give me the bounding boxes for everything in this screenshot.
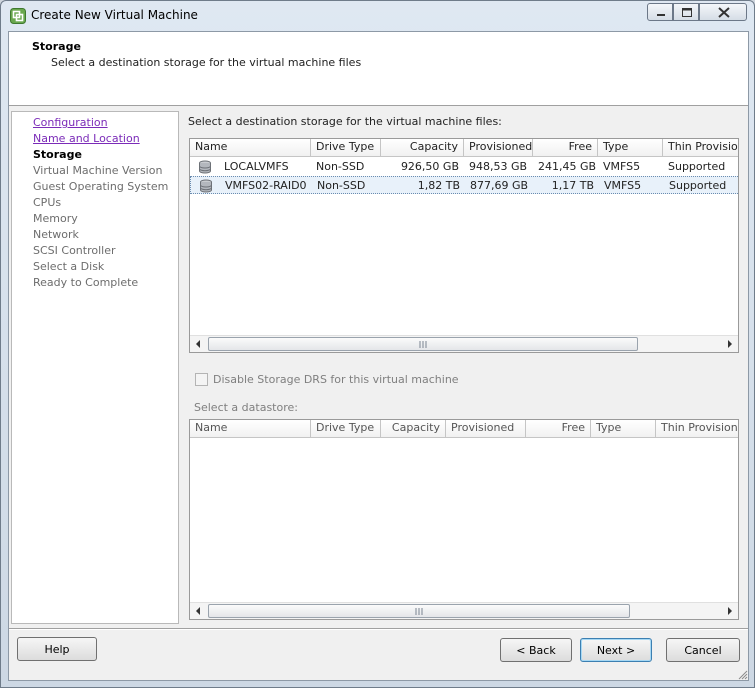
window-title: Create New Virtual Machine bbox=[31, 8, 198, 22]
step-ready-to-complete: Ready to Complete bbox=[33, 276, 139, 289]
grip-icon bbox=[419, 341, 427, 348]
cell-thin-provisioning: Supported bbox=[668, 160, 726, 173]
wizard-header: Storage Select a destination storage for… bbox=[9, 32, 748, 106]
step-configuration[interactable]: Configuration bbox=[33, 116, 108, 129]
col-header-name[interactable]: Name bbox=[190, 139, 311, 157]
footer-divider bbox=[9, 628, 748, 630]
next-button[interactable]: Next > bbox=[580, 638, 652, 662]
resize-grip-icon[interactable] bbox=[736, 668, 748, 680]
col-header-type[interactable]: Type bbox=[591, 420, 656, 438]
col-header-provisioned[interactable]: Provisioned bbox=[446, 420, 526, 438]
wizard-client-area: Storage Select a destination storage for… bbox=[8, 31, 749, 681]
minimize-button[interactable] bbox=[647, 3, 673, 21]
step-guest-os: Guest Operating System bbox=[33, 180, 169, 193]
cell-free: 1,17 TB bbox=[551, 179, 594, 192]
maximize-icon bbox=[682, 8, 692, 17]
step-storage: Storage bbox=[33, 148, 82, 161]
col-header-free[interactable]: Free bbox=[526, 420, 591, 438]
storage-table-scrollbar[interactable] bbox=[190, 335, 738, 352]
help-button[interactable]: Help bbox=[17, 637, 97, 661]
cell-type: VMFS5 bbox=[603, 160, 641, 173]
step-scsi-controller: SCSI Controller bbox=[33, 244, 116, 257]
step-cpus: CPUs bbox=[33, 196, 62, 209]
scroll-right-icon[interactable] bbox=[721, 603, 738, 619]
step-network: Network bbox=[33, 228, 79, 241]
step-vm-version: Virtual Machine Version bbox=[33, 164, 163, 177]
datastore-table-scrollbar[interactable] bbox=[190, 602, 738, 619]
cell-type: VMFS5 bbox=[604, 179, 642, 192]
cell-drive-type: Non-SSD bbox=[316, 160, 365, 173]
storage-table[interactable]: Name Drive Type Capacity Provisioned Fre… bbox=[189, 138, 739, 353]
col-header-capacity[interactable]: Capacity bbox=[381, 139, 464, 157]
scroll-left-icon[interactable] bbox=[190, 603, 207, 619]
maximize-button[interactable] bbox=[673, 3, 699, 21]
table-row-selected[interactable]: VMFS02-RAID0 Non-SSD 1,82 TB 877,69 GB 1… bbox=[190, 176, 738, 194]
scroll-right-icon[interactable] bbox=[721, 336, 738, 352]
page-title: Storage bbox=[32, 40, 81, 53]
cancel-button[interactable]: Cancel bbox=[666, 638, 740, 662]
col-header-thin-provisioning[interactable]: Thin Provisio bbox=[663, 139, 738, 157]
col-header-provisioned[interactable]: Provisioned bbox=[464, 139, 533, 157]
col-header-capacity[interactable]: Capacity bbox=[381, 420, 446, 438]
col-header-thin-provisioning[interactable]: Thin Provisionin bbox=[656, 420, 738, 438]
scroll-left-icon[interactable] bbox=[190, 336, 207, 352]
cell-free: 241,45 GB bbox=[538, 160, 597, 173]
vmware-logo-icon bbox=[10, 8, 26, 24]
back-button[interactable]: < Back bbox=[500, 638, 572, 662]
cell-capacity: 1,82 TB bbox=[417, 179, 460, 192]
disable-storage-drs-checkbox[interactable] bbox=[195, 373, 208, 386]
storage-table-caption: Select a destination storage for the vir… bbox=[188, 115, 502, 128]
cell-capacity: 926,50 GB bbox=[400, 160, 459, 173]
page-subtitle: Select a destination storage for the vir… bbox=[51, 56, 362, 69]
step-name-and-location[interactable]: Name and Location bbox=[33, 132, 140, 145]
cell-thin-provisioning: Supported bbox=[669, 179, 727, 192]
scroll-thumb[interactable] bbox=[208, 604, 630, 618]
cell-drive-type: Non-SSD bbox=[317, 179, 366, 192]
col-header-type[interactable]: Type bbox=[598, 139, 663, 157]
col-header-name[interactable]: Name bbox=[190, 420, 311, 438]
datastore-icon bbox=[199, 160, 211, 174]
close-button[interactable] bbox=[699, 3, 747, 21]
col-header-drive-type[interactable]: Drive Type bbox=[311, 420, 381, 438]
grip-icon bbox=[415, 608, 423, 615]
disable-storage-drs-label: Disable Storage DRS for this virtual mac… bbox=[213, 373, 459, 386]
col-header-drive-type[interactable]: Drive Type bbox=[311, 139, 381, 157]
step-memory: Memory bbox=[33, 212, 78, 225]
datastore-table[interactable]: Name Drive Type Capacity Provisioned Fre… bbox=[189, 419, 739, 620]
cell-provisioned: 877,69 GB bbox=[470, 179, 529, 192]
wizard-window: Create New Virtual Machine Storage Selec… bbox=[0, 0, 755, 688]
cell-name: LOCALVMFS bbox=[224, 160, 289, 173]
datastore-table-caption: Select a datastore: bbox=[194, 401, 298, 414]
cell-provisioned: 948,53 GB bbox=[469, 160, 528, 173]
cell-name: VMFS02-RAID0 bbox=[225, 179, 307, 192]
minimize-icon bbox=[657, 14, 665, 16]
wizard-steps: Configuration Name and Location Storage … bbox=[11, 111, 179, 624]
close-icon bbox=[718, 7, 730, 18]
title-bar[interactable]: Create New Virtual Machine bbox=[1, 1, 754, 31]
datastore-icon bbox=[200, 179, 212, 193]
step-select-disk: Select a Disk bbox=[33, 260, 105, 273]
table-row[interactable]: LOCALVMFS Non-SSD 926,50 GB 948,53 GB 24… bbox=[190, 158, 738, 176]
col-header-free[interactable]: Free bbox=[533, 139, 598, 157]
scroll-thumb[interactable] bbox=[208, 337, 638, 351]
